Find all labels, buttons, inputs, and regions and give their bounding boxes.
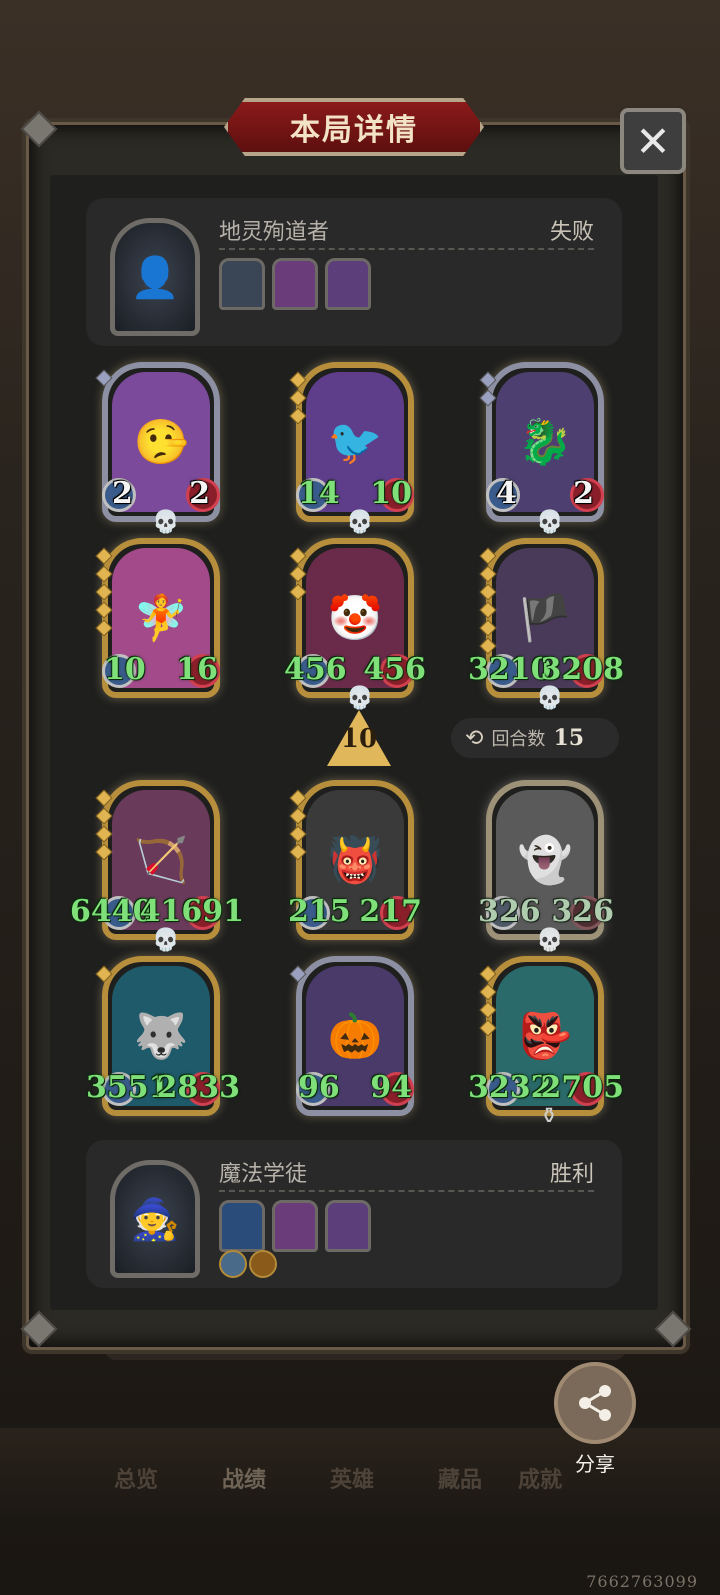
minion-health: 94	[370, 1070, 412, 1105]
minion-health: 326	[551, 894, 614, 929]
skull-icon: 💀	[536, 928, 564, 953]
crystal-ball-relic-icon[interactable]	[219, 1200, 265, 1252]
minion-card[interactable]: 🐦 14 10 💀	[289, 362, 414, 535]
skull-icon: 💀	[536, 686, 564, 711]
minion-attack: 326	[478, 894, 541, 929]
minion-attack: 4	[496, 476, 517, 511]
rounds-label: 回合数	[491, 729, 546, 749]
minion-health: 16	[176, 652, 218, 687]
minion-card[interactable]: 🎃 96 94	[289, 956, 414, 1116]
sword-badge-icon[interactable]	[219, 1250, 247, 1278]
minion-health: 2705	[540, 1070, 625, 1105]
minion-card[interactable]: 👺 3232 2705 ⚱	[468, 956, 624, 1129]
witch-apprentice-icon[interactable]: 🧙	[110, 1160, 200, 1278]
minion-attack: 3210	[468, 652, 552, 687]
minion-card[interactable]: 🐺 3551 2833	[86, 956, 240, 1116]
divider	[219, 1190, 594, 1192]
minion-health: 217	[359, 894, 422, 929]
dialog-title-banner: 本局详情	[224, 98, 484, 156]
player-result: 胜利	[549, 1161, 594, 1186]
minion-attack: 10	[104, 652, 146, 687]
minion-attack: 14	[298, 476, 340, 511]
minion-card[interactable]: 🤡 456 456 💀	[284, 538, 426, 711]
minion-health: 2	[573, 476, 594, 511]
minion-card[interactable]: 👹 215 217	[288, 780, 422, 940]
treasure-chest-relic-icon[interactable]	[325, 258, 371, 310]
skull-icon: 💀	[152, 928, 180, 953]
player-name: 魔法学徒	[219, 1161, 308, 1186]
rounds-indicator: ⟲ 回合数 15	[451, 718, 619, 758]
divider	[219, 248, 594, 250]
minion-card[interactable]: 🏹 6440 41691 💀	[70, 780, 244, 953]
brain-jar-relic-icon[interactable]	[272, 258, 318, 310]
refresh-icon: ⟲	[465, 725, 484, 751]
tab-collection[interactable]: 藏品	[438, 1462, 482, 1494]
minion-card[interactable]: 👻 326 326 💀	[478, 780, 614, 953]
share-icon	[579, 1385, 611, 1421]
skull-icon: 💀	[346, 510, 374, 535]
close-icon: ✕	[635, 116, 671, 166]
minion-health: 10	[370, 476, 412, 511]
skull-icon: 💀	[152, 510, 180, 535]
skull-icon: 💀	[346, 686, 374, 711]
minion-attack: 96	[298, 1070, 340, 1105]
tombstone-icon: ⚱	[539, 1104, 559, 1129]
minion-health: 3208	[540, 652, 625, 687]
close-button[interactable]: ✕	[620, 108, 686, 174]
minion-card[interactable]: 🧚 10 16	[95, 538, 220, 698]
minion-health: 2833	[156, 1070, 241, 1105]
minion-card[interactable]: 🏴 3210 3208 💀	[468, 538, 624, 711]
hooded-figure-icon[interactable]: 👤	[110, 218, 200, 336]
tab-overview[interactable]: 总览	[114, 1462, 158, 1494]
tab-heroes[interactable]: 英雄	[330, 1462, 374, 1494]
minion-attack: 2	[112, 476, 133, 511]
battle-level: 10	[340, 724, 378, 754]
share-button[interactable]	[554, 1362, 636, 1444]
minion-attack: 456	[284, 652, 347, 687]
minion-health: 456	[363, 652, 426, 687]
dialog-title: 本局详情	[290, 113, 418, 148]
minion-attack: 215	[288, 894, 351, 929]
opponent-panel: 👤 地灵殉道者 失败	[86, 198, 622, 346]
share-label: 分享	[575, 1454, 615, 1476]
opponent-result: 失败	[549, 219, 594, 244]
armor-relic-icon[interactable]	[219, 258, 265, 310]
minion-health: 2	[189, 476, 210, 511]
minion-card[interactable]: 🐉 4 2 💀	[479, 362, 604, 535]
tab-records[interactable]: 战绩	[222, 1462, 266, 1494]
brain-jar-relic-icon[interactable]	[272, 1200, 318, 1252]
opponent-name: 地灵殉道者	[219, 219, 330, 244]
minion-attack: 3232	[468, 1070, 552, 1105]
minion-card[interactable]: 🤥 2 2 💀	[95, 362, 220, 535]
treasure-chest-relic-icon[interactable]	[325, 1200, 371, 1252]
coin-badge-icon[interactable]	[249, 1250, 277, 1278]
player-panel: 🧙 魔法学徒 胜利	[86, 1140, 622, 1288]
rounds-value: 15	[553, 725, 585, 751]
minion-health: 41691	[139, 894, 244, 929]
skull-icon: 💀	[536, 510, 564, 535]
user-id: 7662763099	[586, 1572, 698, 1591]
